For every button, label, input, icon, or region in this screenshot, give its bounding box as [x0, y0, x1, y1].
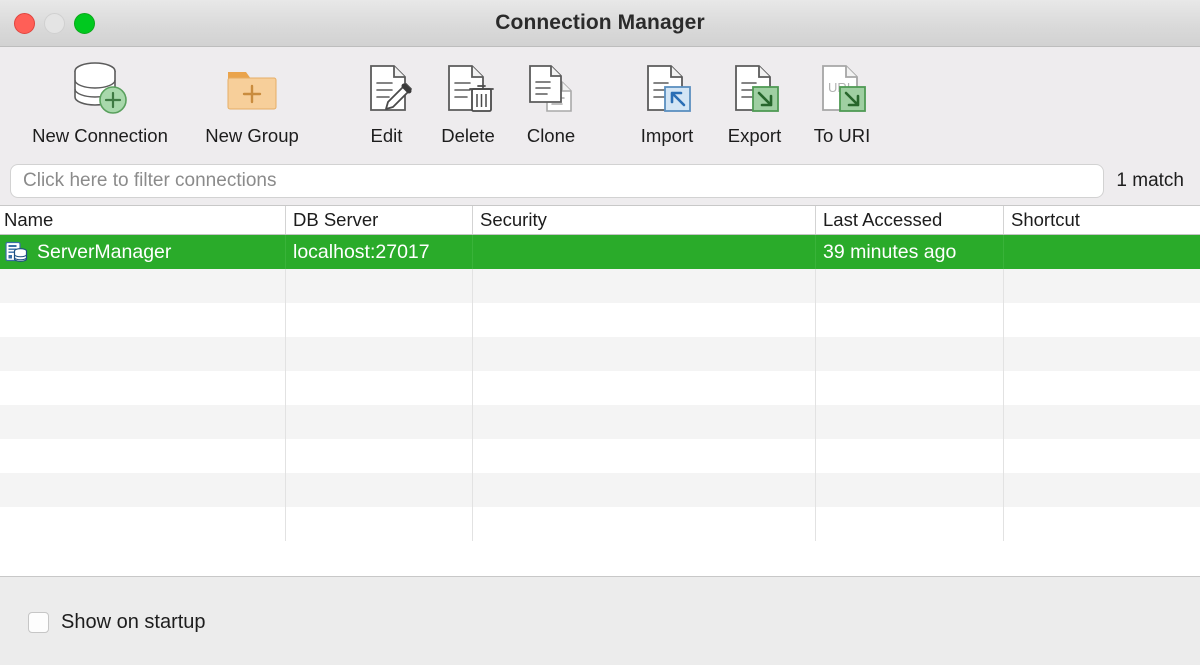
folder-plus-icon	[222, 57, 282, 119]
delete-button[interactable]: Delete	[428, 57, 508, 147]
connections-table: Name DB Server Security Last Accessed Sh…	[0, 205, 1200, 577]
show-on-startup-label: Show on startup	[61, 611, 206, 634]
cell-security	[472, 235, 815, 269]
to-uri-label: To URI	[814, 125, 871, 147]
connection-manager-window: Connection Manager New Connection	[0, 0, 1200, 665]
table-header-row: Name DB Server Security Last Accessed Sh…	[0, 206, 1200, 235]
to-uri-button[interactable]: URI To URI	[806, 57, 878, 147]
document-trash-icon	[440, 57, 496, 119]
minimize-window-button[interactable]	[44, 13, 65, 34]
export-label: Export	[728, 125, 781, 147]
server-database-icon	[4, 240, 28, 264]
clone-button[interactable]: Clone	[515, 57, 587, 147]
import-button[interactable]: Import	[625, 57, 709, 147]
column-header-shortcut[interactable]: Shortcut	[1003, 206, 1200, 234]
document-pencil-icon	[359, 57, 415, 119]
close-window-button[interactable]	[14, 13, 35, 34]
clone-label: Clone	[527, 125, 575, 147]
edit-label: Edit	[371, 125, 403, 147]
table-row-empty[interactable]	[0, 507, 1200, 541]
toolbar: New Connection New Group	[0, 47, 1200, 157]
filter-bar: 1 match	[0, 157, 1200, 205]
edit-button[interactable]: Edit	[348, 57, 425, 147]
table-row-empty[interactable]	[0, 405, 1200, 439]
document-import-icon	[639, 57, 695, 119]
table-row-empty[interactable]	[0, 439, 1200, 473]
table-row[interactable]: ServerManager localhost:27017 39 minutes…	[0, 235, 1200, 269]
window-controls	[14, 13, 95, 34]
checkbox-box[interactable]	[28, 612, 49, 633]
table-row-empty[interactable]	[0, 303, 1200, 337]
cell-name-text: ServerManager	[37, 241, 171, 264]
table-body: ServerManager localhost:27017 39 minutes…	[0, 235, 1200, 576]
new-connection-button[interactable]: New Connection	[25, 57, 175, 147]
window-title: Connection Manager	[0, 11, 1200, 35]
cell-shortcut	[1003, 235, 1200, 269]
delete-label: Delete	[441, 125, 494, 147]
database-plus-icon	[69, 57, 131, 119]
new-connection-label: New Connection	[32, 125, 168, 147]
import-label: Import	[641, 125, 693, 147]
export-button[interactable]: Export	[712, 57, 797, 147]
cell-last-accessed: 39 minutes ago	[815, 235, 1003, 269]
cell-name: ServerManager	[0, 235, 285, 269]
match-count-label: 1 match	[1116, 170, 1190, 192]
cell-db-server: localhost:27017	[285, 235, 472, 269]
title-bar: Connection Manager	[0, 0, 1200, 47]
table-row-empty[interactable]	[0, 473, 1200, 507]
new-group-button[interactable]: New Group	[200, 57, 304, 147]
column-header-name[interactable]: Name	[0, 206, 285, 234]
document-uri-icon: URI	[814, 57, 870, 119]
column-header-last-accessed[interactable]: Last Accessed	[815, 206, 1003, 234]
table-row-empty[interactable]	[0, 269, 1200, 303]
column-header-db-server[interactable]: DB Server	[285, 206, 472, 234]
document-export-icon	[727, 57, 783, 119]
new-group-label: New Group	[205, 125, 299, 147]
table-row-empty[interactable]	[0, 371, 1200, 405]
maximize-window-button[interactable]	[74, 13, 95, 34]
table-row-empty[interactable]	[0, 337, 1200, 371]
footer: Show on startup Close Connect CSDN @xian…	[0, 577, 1200, 665]
document-copy-icon	[523, 57, 579, 119]
filter-connections-input[interactable]	[10, 164, 1104, 198]
show-on-startup-checkbox[interactable]: Show on startup	[28, 611, 206, 634]
column-header-security[interactable]: Security	[472, 206, 815, 234]
